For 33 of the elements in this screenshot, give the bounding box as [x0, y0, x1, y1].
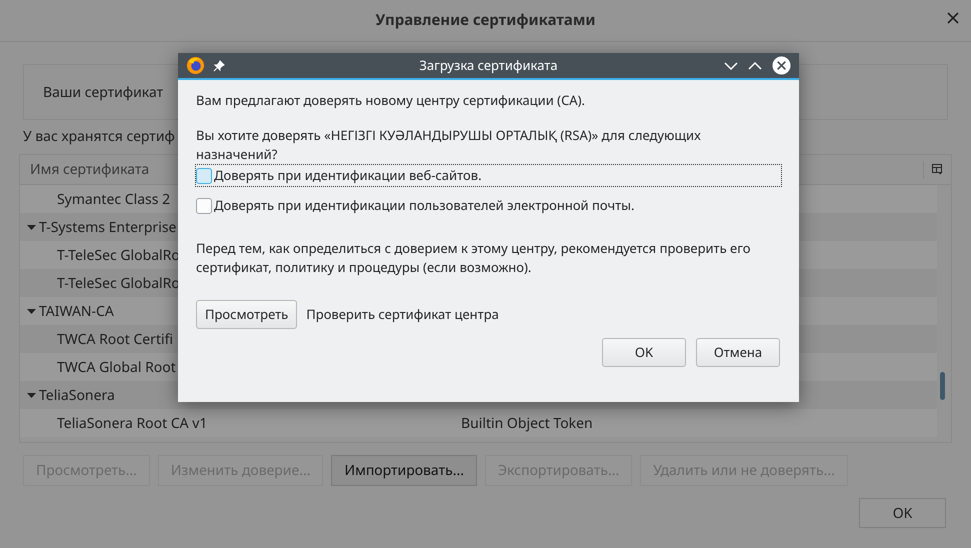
close-icon[interactable] — [947, 12, 959, 24]
action-button[interactable]: Импортировать... — [331, 455, 477, 486]
scrollbar-thumb[interactable] — [940, 372, 945, 400]
view-button[interactable]: Просмотреть — [196, 300, 298, 329]
description-text: У вас хранятся сертиф — [23, 126, 175, 148]
expander-icon[interactable] — [26, 306, 36, 316]
trust-option[interactable]: Доверять при идентификации пользователей электронной почты. — [196, 195, 635, 216]
checkbox[interactable] — [196, 198, 212, 214]
message-text: Вам предлагают доверять новому центру сертификации (CA). — [196, 91, 586, 111]
dialog-title: Загрузка сертификата — [419, 56, 558, 76]
ok-button[interactable]: OK — [859, 498, 946, 528]
maximize-icon[interactable] — [748, 60, 762, 70]
table-cell: Builtin Object Token — [461, 412, 593, 434]
expander-icon[interactable] — [26, 390, 36, 400]
pin-icon[interactable] — [213, 60, 225, 72]
dialog-button[interactable]: OK — [602, 338, 686, 367]
tab[interactable]: Ваши сертификат — [43, 82, 164, 102]
view-hint-text: Проверить сертификат центра — [306, 304, 499, 324]
window-title: Управление сертификатами — [375, 9, 596, 32]
close-icon[interactable] — [772, 56, 791, 75]
dialog-button[interactable]: Отмена — [696, 338, 780, 367]
tree-item[interactable]: T-Systems Enterprise — [39, 216, 176, 238]
trust-option[interactable]: Доверять при идентификации веб-сайтов. — [196, 165, 781, 186]
column-picker-icon[interactable] — [932, 164, 943, 175]
tree-item[interactable]: TeliaSonera — [39, 384, 115, 406]
note-text: Перед тем, как определиться с доверием к этому центру, рекомендуется проверить его сертификат, политику и процедуры (если возможно). — [196, 239, 752, 277]
expander-icon[interactable] — [26, 222, 36, 232]
browser-logo-icon — [186, 56, 205, 75]
question-text: Вы хотите доверять «НЕГІЗГІ КУӘЛАНДЫРУШЫ ОРТАЛЫҚ (RSA)» для следующих назначений? — [196, 126, 702, 164]
minimize-icon[interactable] — [724, 60, 738, 70]
checkbox[interactable] — [196, 168, 212, 184]
tree-item[interactable]: TAIWAN-CA — [39, 300, 114, 322]
tree-item[interactable]: TeliaSonera Root CA v1 — [57, 412, 457, 434]
